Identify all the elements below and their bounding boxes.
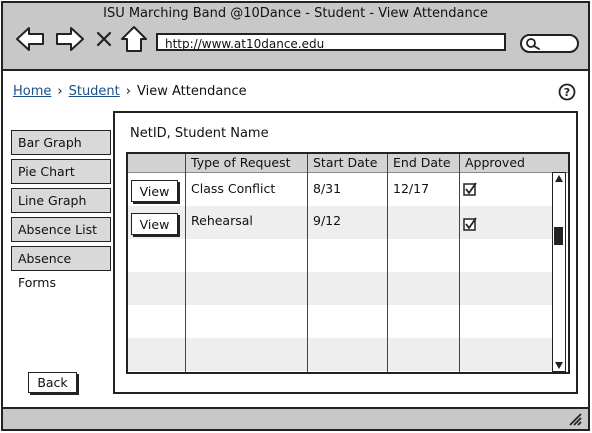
browser-toolbar: ISU Marching Band @10Dance - Student - V… bbox=[3, 3, 588, 71]
column-divider bbox=[185, 154, 186, 372]
table-row-empty bbox=[128, 239, 554, 272]
window-title: ISU Marching Band @10Dance - Student - V… bbox=[103, 6, 488, 21]
start-date: 8/31 bbox=[313, 181, 342, 196]
request-type: Rehearsal bbox=[191, 213, 253, 228]
tab-bar-graph[interactable]: Bar Graph bbox=[11, 130, 111, 155]
svg-text:?: ? bbox=[564, 86, 570, 99]
search-icon bbox=[526, 38, 540, 50]
search-field[interactable] bbox=[520, 34, 579, 53]
tab-absence-forms[interactable]: Absence Forms bbox=[11, 246, 111, 290]
breadcrumb-separator-icon: › bbox=[57, 84, 63, 99]
resize-grip-icon[interactable] bbox=[568, 412, 582, 426]
back-button[interactable]: Back bbox=[28, 372, 77, 393]
table-row: View Class Conflict 8/31 12/17 bbox=[128, 173, 554, 206]
vertical-scrollbar[interactable] bbox=[552, 172, 566, 372]
home-icon[interactable] bbox=[119, 25, 149, 53]
student-heading: NetID, Student Name bbox=[130, 126, 269, 141]
column-header-approved: Approved bbox=[465, 155, 525, 170]
table-row-empty bbox=[128, 272, 554, 305]
view-button[interactable]: View bbox=[131, 180, 178, 202]
column-divider bbox=[387, 154, 388, 372]
table-header: Type of Request Start Date End Date Appr… bbox=[128, 154, 568, 173]
breadcrumb-current: View Attendance bbox=[136, 84, 247, 99]
help-icon[interactable]: ? bbox=[558, 83, 576, 101]
table-row-empty bbox=[128, 338, 554, 371]
breadcrumb-separator-icon: › bbox=[125, 84, 131, 99]
approved-checkbox-icon bbox=[463, 217, 477, 231]
view-button[interactable]: View bbox=[131, 213, 178, 235]
request-type: Class Conflict bbox=[191, 181, 276, 196]
address-bar[interactable]: http://www.at10dance.edu bbox=[156, 33, 506, 51]
column-header-type: Type of Request bbox=[191, 155, 291, 170]
breadcrumb-home-link[interactable]: Home bbox=[13, 84, 51, 99]
approved-checkbox-icon bbox=[463, 182, 477, 196]
column-header-start-date: Start Date bbox=[313, 155, 378, 170]
tab-pie-chart[interactable]: Pie Chart bbox=[11, 159, 111, 184]
table-row-empty bbox=[128, 305, 554, 338]
stop-icon[interactable] bbox=[93, 25, 115, 53]
start-date: 9/12 bbox=[313, 213, 342, 228]
attendance-table: Type of Request Start Date End Date Appr… bbox=[126, 152, 570, 374]
end-date: 12/17 bbox=[393, 181, 430, 196]
scrollbar-thumb[interactable] bbox=[554, 227, 563, 245]
tab-line-graph[interactable]: Line Graph bbox=[11, 188, 111, 213]
tab-absence-list[interactable]: Absence List bbox=[11, 217, 111, 242]
status-bar bbox=[3, 407, 588, 429]
table-row: View Rehearsal 9/12 bbox=[128, 206, 554, 239]
column-divider bbox=[307, 154, 308, 372]
column-divider bbox=[459, 154, 460, 372]
scroll-up-icon[interactable] bbox=[554, 174, 564, 183]
column-header-end-date: End Date bbox=[393, 155, 451, 170]
breadcrumb: Home › Student › View Attendance bbox=[13, 84, 247, 99]
forward-arrow-icon[interactable] bbox=[55, 25, 85, 53]
scroll-down-icon[interactable] bbox=[554, 361, 564, 370]
breadcrumb-student-link[interactable]: Student bbox=[69, 84, 120, 99]
back-arrow-icon[interactable] bbox=[15, 25, 45, 53]
